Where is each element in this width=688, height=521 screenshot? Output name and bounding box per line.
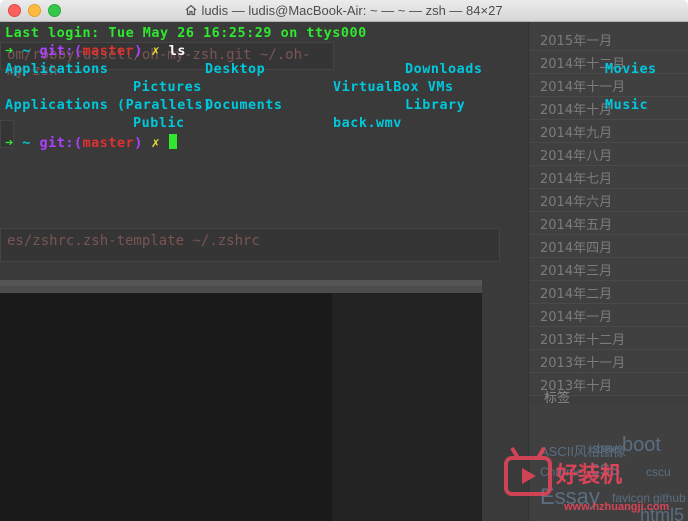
ls-entry: Pictures — [133, 80, 202, 95]
window-title-wrap: ludis — ludis@MacBook-Air: ~ — ~ — zsh —… — [0, 3, 688, 18]
git-label: git:( — [39, 44, 83, 59]
prompt-arrow-icon: ➜ — [5, 44, 14, 59]
prompt-line: ➜ ~ git:(master) ✗ ls — [5, 44, 186, 59]
ls-entry: Downloads — [405, 62, 483, 77]
command-text: ls — [168, 44, 186, 59]
dirty-mark-icon: ✗ — [151, 136, 161, 151]
ls-entry: Desktop — [205, 62, 266, 77]
git-label-close: ) — [134, 136, 143, 151]
last-login-line: Last login: Tue May 26 16:25:29 on ttys0… — [5, 26, 367, 41]
ls-entry: Library — [405, 98, 466, 113]
git-branch: master — [82, 44, 135, 59]
window-titlebar[interactable]: ludis — ludis@MacBook-Air: ~ — ~ — zsh —… — [0, 0, 688, 22]
ls-entry: VirtualBox VMs — [333, 80, 454, 95]
terminal-content[interactable]: Last login: Tue May 26 16:25:29 on ttys0… — [0, 22, 688, 521]
ls-entry: Music — [605, 98, 649, 113]
git-label: git:( — [39, 136, 83, 151]
ls-entry: Movies — [605, 62, 657, 77]
prompt-line: ➜ ~ git:(master) ✗ — [5, 134, 177, 151]
prompt-directory: ~ — [22, 136, 31, 151]
prompt-arrow-icon: ➜ — [5, 136, 14, 151]
prompt-directory: ~ — [22, 44, 31, 59]
ls-entry: Applications (Parallels) — [5, 98, 212, 113]
ls-entry: Applications — [5, 62, 109, 77]
ls-entry: Public — [133, 116, 185, 131]
dirty-mark-icon: ✗ — [151, 44, 161, 59]
ls-entry: Documents — [205, 98, 283, 113]
git-label-close: ) — [134, 44, 143, 59]
home-icon — [186, 4, 197, 16]
git-branch: master — [82, 136, 135, 151]
terminal-cursor — [168, 134, 177, 149]
ls-entry: back.wmv — [333, 116, 402, 131]
window-title: ludis — ludis@MacBook-Air: ~ — ~ — zsh —… — [201, 3, 503, 18]
